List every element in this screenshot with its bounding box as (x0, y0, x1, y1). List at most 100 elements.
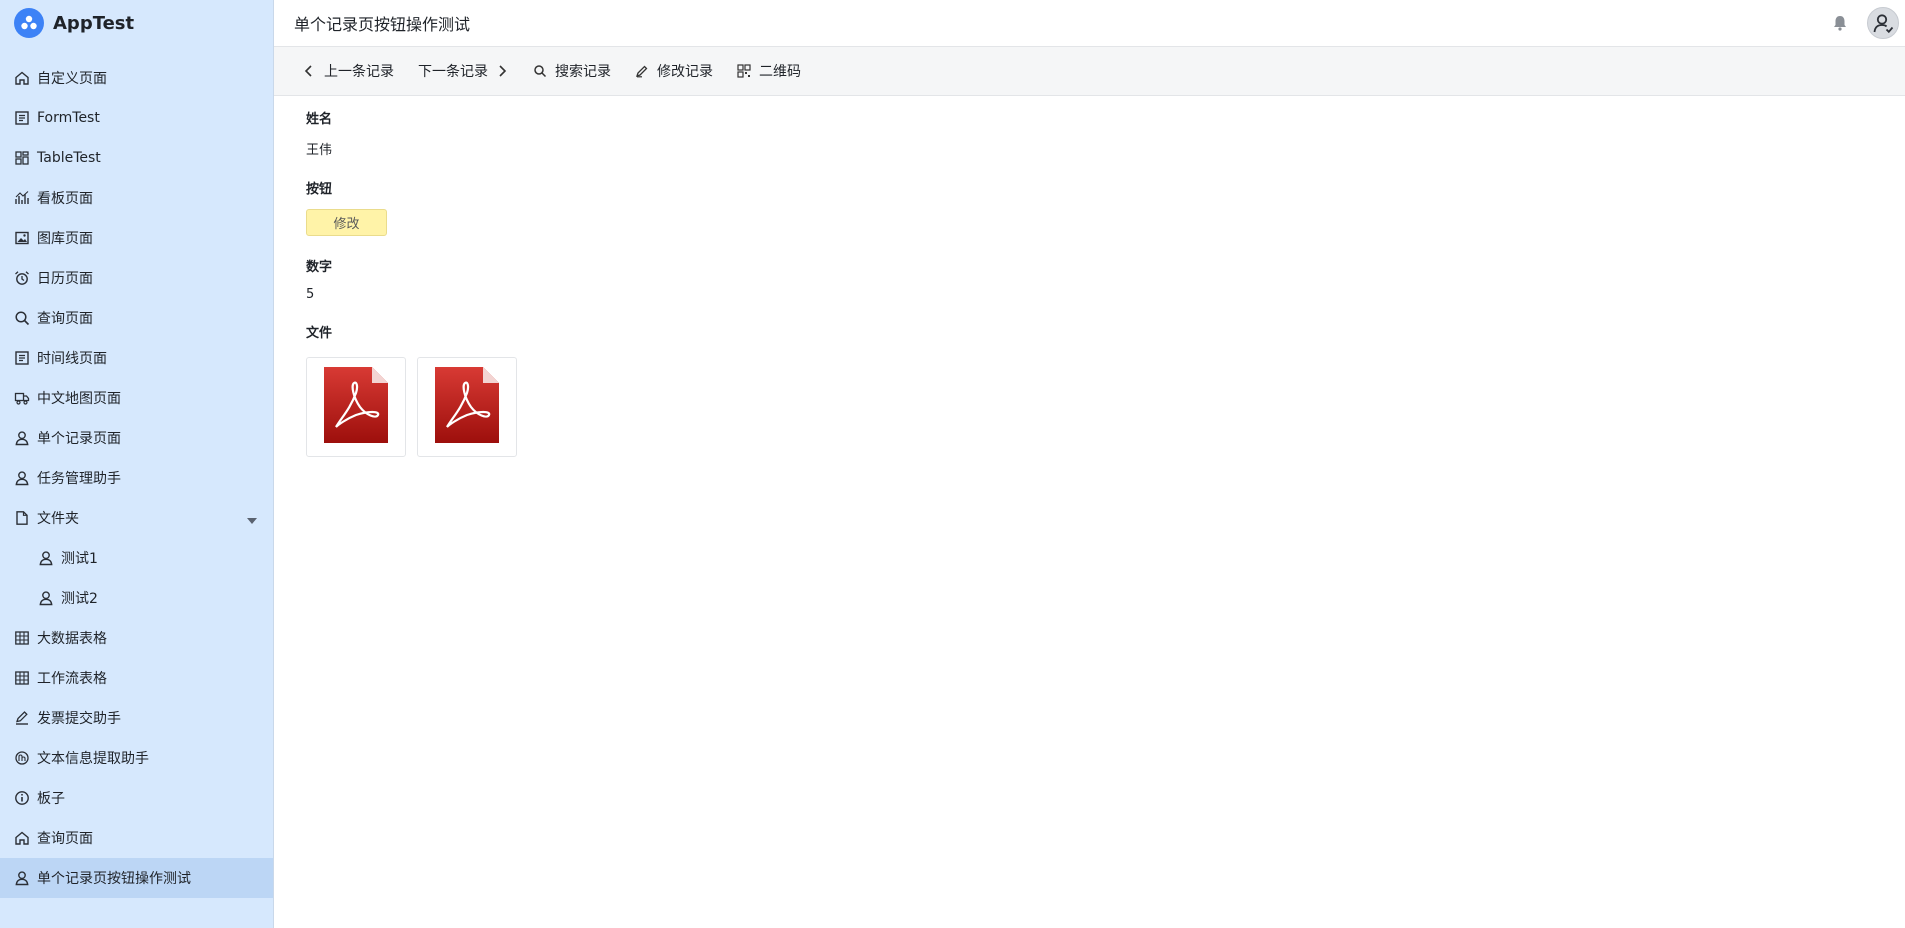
search-record-button[interactable]: 搜索记录 (533, 61, 611, 81)
home-icon (14, 830, 30, 846)
sidebar-item[interactable]: 中文地图页面 (0, 378, 273, 418)
caret-down-icon[interactable] (247, 513, 257, 529)
sidebar-item[interactable]: 看板页面 (0, 178, 273, 218)
search-record-label: 搜索记录 (555, 64, 611, 80)
field-number-label: 数字 (306, 260, 333, 275)
edit-record-label: 修改记录 (657, 64, 713, 80)
next-record-label: 下一条记录 (418, 64, 488, 80)
truck-icon (14, 390, 30, 406)
sidebar-item-label: 测试2 (61, 591, 98, 607)
field-number: 数字 5 (306, 256, 1873, 302)
file-list (306, 357, 1873, 457)
sidebar-item[interactable]: 自定义页面 (0, 58, 273, 98)
sidebar-item[interactable]: 单个记录页按钮操作测试 (0, 858, 273, 898)
qrcode-label: 二维码 (759, 64, 801, 80)
user-icon (14, 470, 30, 486)
field-file-label: 文件 (306, 326, 333, 341)
field-name: 姓名 王伟 (306, 108, 1873, 158)
grid-icon (14, 150, 30, 166)
page-title: 单个记录页按钮操作测试 (294, 15, 471, 34)
sidebar-item[interactable]: 测试1 (0, 538, 273, 578)
chevron-right-icon (499, 65, 507, 77)
file-attachment[interactable] (417, 357, 517, 457)
bell-icon[interactable] (1829, 12, 1851, 34)
record-detail: 姓名 王伟 按钮 修改 数字 5 文件 (274, 96, 1905, 489)
pdf-file-icon (435, 367, 499, 447)
search-icon (14, 310, 30, 326)
app-logo-icon (14, 8, 44, 38)
app-name: AppTest (53, 12, 135, 34)
prev-record-label: 上一条记录 (324, 64, 394, 80)
file-attachment[interactable] (306, 357, 406, 457)
edit-record-button[interactable]: 修改记录 (635, 61, 713, 81)
field-button-label: 按钮 (306, 182, 333, 197)
sidebar-item[interactable]: 文件夹 (0, 498, 273, 538)
sidebar-item-label: TableTest (37, 150, 101, 166)
file-icon (14, 510, 30, 526)
sidebar-item-label: 工作流表格 (37, 671, 107, 687)
sidebar-item-label: 单个记录页面 (37, 431, 121, 447)
app-root: AppTest 自定义页面 FormTest TableTest 看板页面图库页面日历… (0, 0, 1905, 928)
avatar[interactable] (1867, 7, 1899, 39)
chart-icon (14, 190, 30, 206)
table-icon (14, 670, 30, 686)
sidebar-item-label: 任务管理助手 (37, 471, 121, 487)
pen-icon (14, 710, 30, 726)
user-icon (14, 870, 30, 886)
sidebar-item[interactable]: 查询页面 (0, 298, 273, 338)
chevron-left-icon (304, 65, 312, 77)
qrcode-button[interactable]: 二维码 (737, 61, 801, 81)
header-actions (1829, 7, 1899, 39)
field-name-label: 姓名 (306, 112, 333, 127)
sidebar-item[interactable]: 发票提交助手 (0, 698, 273, 738)
user-icon (14, 430, 30, 446)
main-area: 单个记录页按钮操作测试 上一条记录 下一条记录 搜索记录 修改记录 二维码 姓名… (274, 0, 1905, 928)
sidebar-item[interactable]: 日历页面 (0, 258, 273, 298)
qrcode-icon (737, 64, 751, 78)
user-icon (38, 550, 54, 566)
sidebar-item[interactable]: 文本信息提取助手 (0, 738, 273, 778)
sidebar-item-label: 中文地图页面 (37, 391, 121, 407)
sidebar-item[interactable]: 任务管理助手 (0, 458, 273, 498)
pen-icon (635, 65, 648, 78)
sidebar-item[interactable]: 板子 (0, 778, 273, 818)
sidebar-item[interactable]: TableTest (0, 138, 273, 178)
sidebar-item[interactable]: 大数据表格 (0, 618, 273, 658)
sidebar-item[interactable]: 测试2 (0, 578, 273, 618)
alarm-icon (14, 270, 30, 286)
sidebar-item[interactable]: 单个记录页面 (0, 418, 273, 458)
next-record-button[interactable]: 下一条记录 (418, 61, 509, 81)
sidebar-item-label: 文本信息提取助手 (37, 751, 149, 767)
prev-record-button[interactable]: 上一条记录 (302, 61, 394, 81)
sidebar-item-label: 查询页面 (37, 311, 93, 327)
form-icon (14, 110, 30, 126)
sidebar-item-label: 图库页面 (37, 231, 93, 247)
top-header: 单个记录页按钮操作测试 (274, 0, 1905, 47)
sidebar-item-label: 看板页面 (37, 191, 93, 207)
user-icon (38, 590, 54, 606)
sidebar-item-label: 发票提交助手 (37, 711, 121, 727)
field-name-value: 王伟 (306, 143, 333, 158)
sidebar-item[interactable]: 查询页面 (0, 818, 273, 858)
search-icon (534, 65, 547, 78)
field-number-value: 5 (306, 287, 315, 302)
sidebar-item[interactable]: FormTest (0, 98, 273, 138)
user-avatar-icon (1873, 14, 1894, 34)
field-button: 按钮 修改 (306, 178, 1873, 236)
ai-icon (14, 750, 30, 766)
form-icon (14, 350, 30, 366)
brand[interactable]: AppTest (0, 0, 273, 46)
sidebar-item[interactable]: 图库页面 (0, 218, 273, 258)
sidebar-item-label: 自定义页面 (37, 71, 107, 87)
sidebar-nav: 自定义页面 FormTest TableTest 看板页面 图库页面 日历页面 查询页面 时间… (0, 58, 273, 898)
field-file: 文件 (306, 322, 1873, 457)
modify-button[interactable]: 修改 (306, 209, 387, 236)
image-icon (14, 230, 30, 246)
table-icon (14, 630, 30, 646)
record-toolbar: 上一条记录 下一条记录 搜索记录 修改记录 二维码 (274, 47, 1905, 96)
sidebar-item[interactable]: 工作流表格 (0, 658, 273, 698)
sidebar-item-label: 日历页面 (37, 271, 93, 287)
sidebar-item[interactable]: 时间线页面 (0, 338, 273, 378)
sidebar-item-label: 查询页面 (37, 831, 93, 847)
sidebar-item-label: 板子 (37, 791, 65, 807)
